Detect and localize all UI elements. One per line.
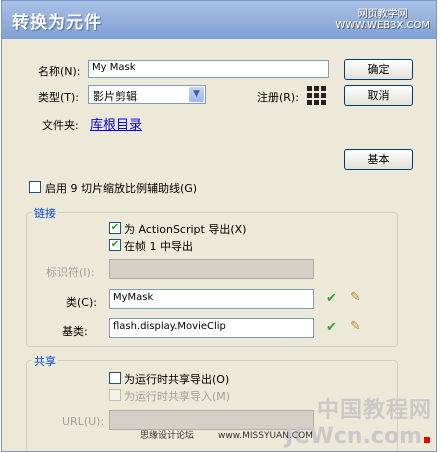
- export-runtime-label: 为运行时共享导出(O): [124, 373, 230, 386]
- nine-slice-checkbox[interactable]: [29, 181, 41, 193]
- identifier-label: 标识符(I):: [46, 266, 95, 279]
- base-class-input[interactable]: flash.display.MovieClip: [109, 318, 314, 338]
- watermark-small-1: 思缘设计论坛: [140, 431, 195, 441]
- watermark-small-2: www.MISSYUAN.COM: [218, 431, 313, 441]
- folder-link-text[interactable]: 库根目录: [90, 118, 142, 133]
- edit-class-pencil-icon[interactable]: ✎: [350, 290, 361, 305]
- export-actionscript-checkbox[interactable]: ✔: [109, 222, 121, 234]
- sharing-group-title: 共享: [32, 353, 58, 369]
- export-runtime-checkbox[interactable]: [109, 372, 121, 384]
- identifier-input[interactable]: [109, 259, 314, 279]
- type-label: 类型(T):: [38, 91, 80, 104]
- watermark-bottom-line1: 中国教程网: [316, 398, 432, 423]
- type-select-value: 影片剪辑: [93, 90, 137, 103]
- watermark-top-line1: 网页教学网: [357, 9, 408, 20]
- registration-grid-icon[interactable]: [307, 86, 327, 106]
- title-bar: 转换为元件 网页教学网 WWW.WEB3X.COM: [2, 1, 436, 39]
- export-first-frame-checkbox[interactable]: ✔: [109, 239, 121, 251]
- folder-label: 文件夹:: [42, 119, 79, 132]
- url-input[interactable]: [109, 410, 314, 430]
- folder-link[interactable]: 库根目录: [90, 114, 142, 133]
- basic-button[interactable]: 基本: [344, 149, 413, 170]
- name-input[interactable]: My Mask: [88, 60, 329, 78]
- dialog-title: 转换为元件: [12, 13, 102, 33]
- watermark-top: 网页教学网 WWW.WEB3X.COM: [335, 9, 430, 31]
- watermark-top-line2: WWW.WEB3X.COM: [335, 20, 430, 31]
- validate-base-class-check-icon[interactable]: ✔: [326, 320, 337, 335]
- linkage-group-title: 链接: [32, 205, 58, 221]
- validate-class-check-icon[interactable]: ✔: [326, 291, 337, 306]
- convert-to-symbol-dialog: 转换为元件 网页教学网 WWW.WEB3X.COM 名称(N): My Mask…: [1, 0, 437, 452]
- export-actionscript-label: 为 ActionScript 导出(X): [124, 223, 247, 236]
- import-runtime-checkbox[interactable]: [109, 389, 121, 401]
- registration-label: 注册(R):: [257, 91, 299, 104]
- red-square-icon: [424, 437, 430, 443]
- chevron-down-icon[interactable]: ▼: [189, 87, 204, 102]
- type-select[interactable]: 影片剪辑 ▼: [88, 85, 206, 104]
- import-runtime-label: 为运行时共享导入(M): [124, 390, 231, 403]
- edit-base-class-pencil-icon[interactable]: ✎: [350, 319, 361, 334]
- url-label: URL(U):: [62, 415, 105, 428]
- cancel-button[interactable]: 取消: [344, 85, 413, 106]
- name-label: 名称(N):: [38, 65, 81, 78]
- class-label: 类(C):: [66, 296, 97, 309]
- base-class-label: 基类:: [62, 325, 88, 338]
- export-first-frame-label: 在帧 1 中导出: [124, 240, 193, 253]
- ok-button[interactable]: 确定: [344, 59, 413, 80]
- nine-slice-label: 启用 9 切片缩放比例辅助线(G): [45, 182, 198, 195]
- class-input[interactable]: MyMask: [109, 289, 314, 309]
